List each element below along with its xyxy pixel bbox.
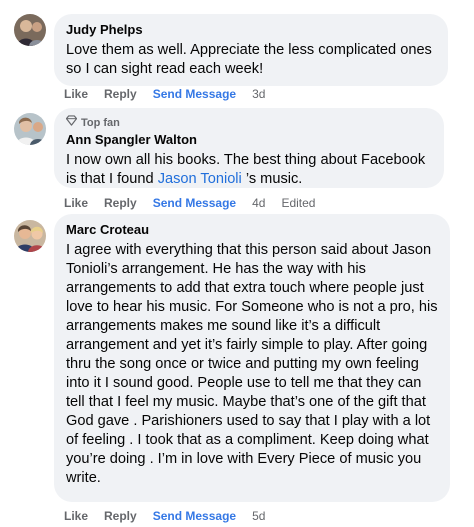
comment-actions: Like Reply Send Message 4d Edited (64, 195, 331, 211)
avatar-ann-spangler-walton[interactable] (14, 113, 46, 145)
like-button[interactable]: Like (64, 196, 88, 210)
comment-text-part: ’s music. (241, 171, 303, 187)
reply-button[interactable]: Reply (104, 509, 137, 523)
avatar-marc-croteau[interactable] (14, 220, 46, 252)
comment-text: I agree with everything that this person… (66, 242, 438, 486)
comment-author[interactable]: Ann Spangler Walton (66, 132, 432, 148)
comment-timestamp[interactable]: 5d (252, 509, 265, 523)
avatar-judy-phelps[interactable] (14, 14, 46, 46)
comment-timestamp[interactable]: 3d (252, 87, 265, 101)
comment-bubble: Judy Phelps Love them as well. Appreciat… (54, 14, 448, 86)
diamond-icon (65, 115, 78, 130)
comment-text: I now own all his books. The best thing … (66, 151, 432, 189)
comment-timestamp[interactable]: 4d (252, 196, 265, 210)
comment-author[interactable]: Marc Croteau (66, 222, 438, 238)
send-message-button[interactable]: Send Message (153, 509, 236, 523)
like-button[interactable]: Like (64, 87, 88, 101)
send-message-button[interactable]: Send Message (153, 196, 236, 210)
edited-label[interactable]: Edited (281, 196, 315, 210)
comment-actions: Like Reply Send Message 3d (64, 86, 281, 102)
send-message-button[interactable]: Send Message (153, 87, 236, 101)
mention-link[interactable]: Jason Tonioli (158, 171, 242, 187)
comment-text: Love them as well. Appreciate the less c… (66, 42, 432, 77)
comment-author[interactable]: Judy Phelps (66, 22, 436, 38)
comment-bubble: Top fan Ann Spangler Walton I now own al… (54, 108, 444, 188)
reply-button[interactable]: Reply (104, 196, 137, 210)
comment-actions: Like Reply Send Message 5d (64, 508, 281, 524)
comment-bubble: Marc Croteau I agree with everything tha… (54, 214, 450, 502)
reply-button[interactable]: Reply (104, 87, 137, 101)
top-fan-badge: Top fan (65, 115, 432, 130)
like-button[interactable]: Like (64, 509, 88, 523)
badge-label: Top fan (81, 116, 120, 129)
